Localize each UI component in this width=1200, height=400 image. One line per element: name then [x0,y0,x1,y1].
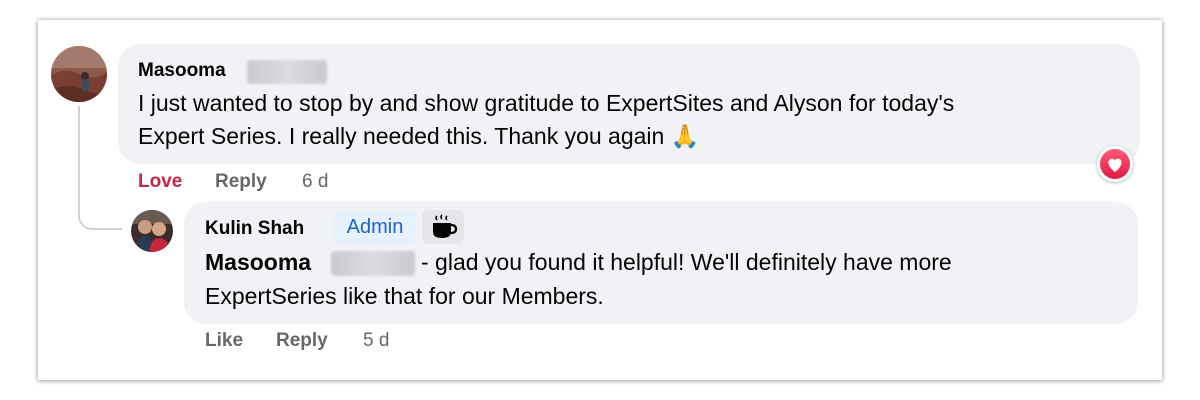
reply-text-line-1: - glad you found it helpful! We'll defin… [421,249,952,275]
love-reaction-badge[interactable] [1097,146,1133,182]
comment-author-name[interactable]: Masooma [138,60,226,82]
comment-text-line-1: I just wanted to stop by and show gratit… [138,90,955,116]
comment-text-line-2: Expert Series. I really needed this. Tha… [138,123,700,149]
reply-button[interactable]: Reply [276,330,328,352]
coffee-cup-icon [422,210,464,244]
comment-timestamp[interactable]: 6 d [302,171,328,193]
redacted-surname [247,60,327,84]
heart-icon [1100,149,1130,179]
admin-badge: Admin [334,210,416,244]
mention-tag[interactable]: Masooma [205,246,311,279]
reply-button[interactable]: Reply [215,171,267,193]
love-button[interactable]: Love [138,171,182,193]
like-button[interactable]: Like [205,330,243,352]
reply-text-line-2: ExpertSeries like that for our Members. [205,283,604,309]
thread-connector-line [78,106,122,230]
avatar[interactable] [51,46,107,102]
redacted-surname [331,251,415,276]
reply-author-name[interactable]: Kulin Shah [205,218,304,240]
reply-timestamp[interactable]: 5 d [363,330,389,352]
avatar[interactable] [131,210,173,252]
